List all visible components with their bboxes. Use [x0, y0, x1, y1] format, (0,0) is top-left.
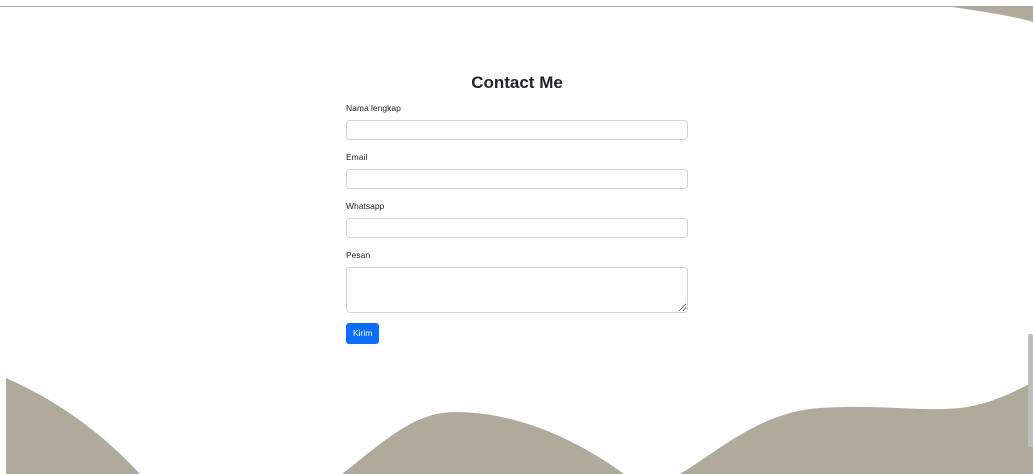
top-right-wave: [940, 5, 1033, 22]
bottom-right-wave: [680, 382, 1033, 474]
page-scrollbar[interactable]: [1027, 0, 1033, 474]
message-textarea[interactable]: [346, 267, 688, 313]
top-divider: [0, 0, 1033, 7]
scrollbar-thumb[interactable]: [1028, 334, 1033, 447]
whatsapp-input[interactable]: [346, 218, 688, 238]
contact-page: Contact Me Nama lengkap Email Whatsapp P…: [0, 0, 1033, 474]
full-name-input[interactable]: [346, 120, 688, 140]
email-input[interactable]: [346, 169, 688, 189]
whatsapp-label: Whatsapp: [346, 201, 385, 211]
bottom-left-wave: [6, 378, 140, 474]
form-title: Contact Me: [471, 73, 563, 92]
email-label: Email: [346, 152, 368, 162]
submit-button[interactable]: Kirim: [346, 323, 380, 344]
full-name-label: Nama lengkap: [346, 103, 401, 113]
bottom-middle-wave: [342, 412, 624, 474]
contact-form: Contact Me Nama lengkap Email Whatsapp P…: [346, 60, 688, 344]
message-label: Pesan: [346, 250, 371, 260]
